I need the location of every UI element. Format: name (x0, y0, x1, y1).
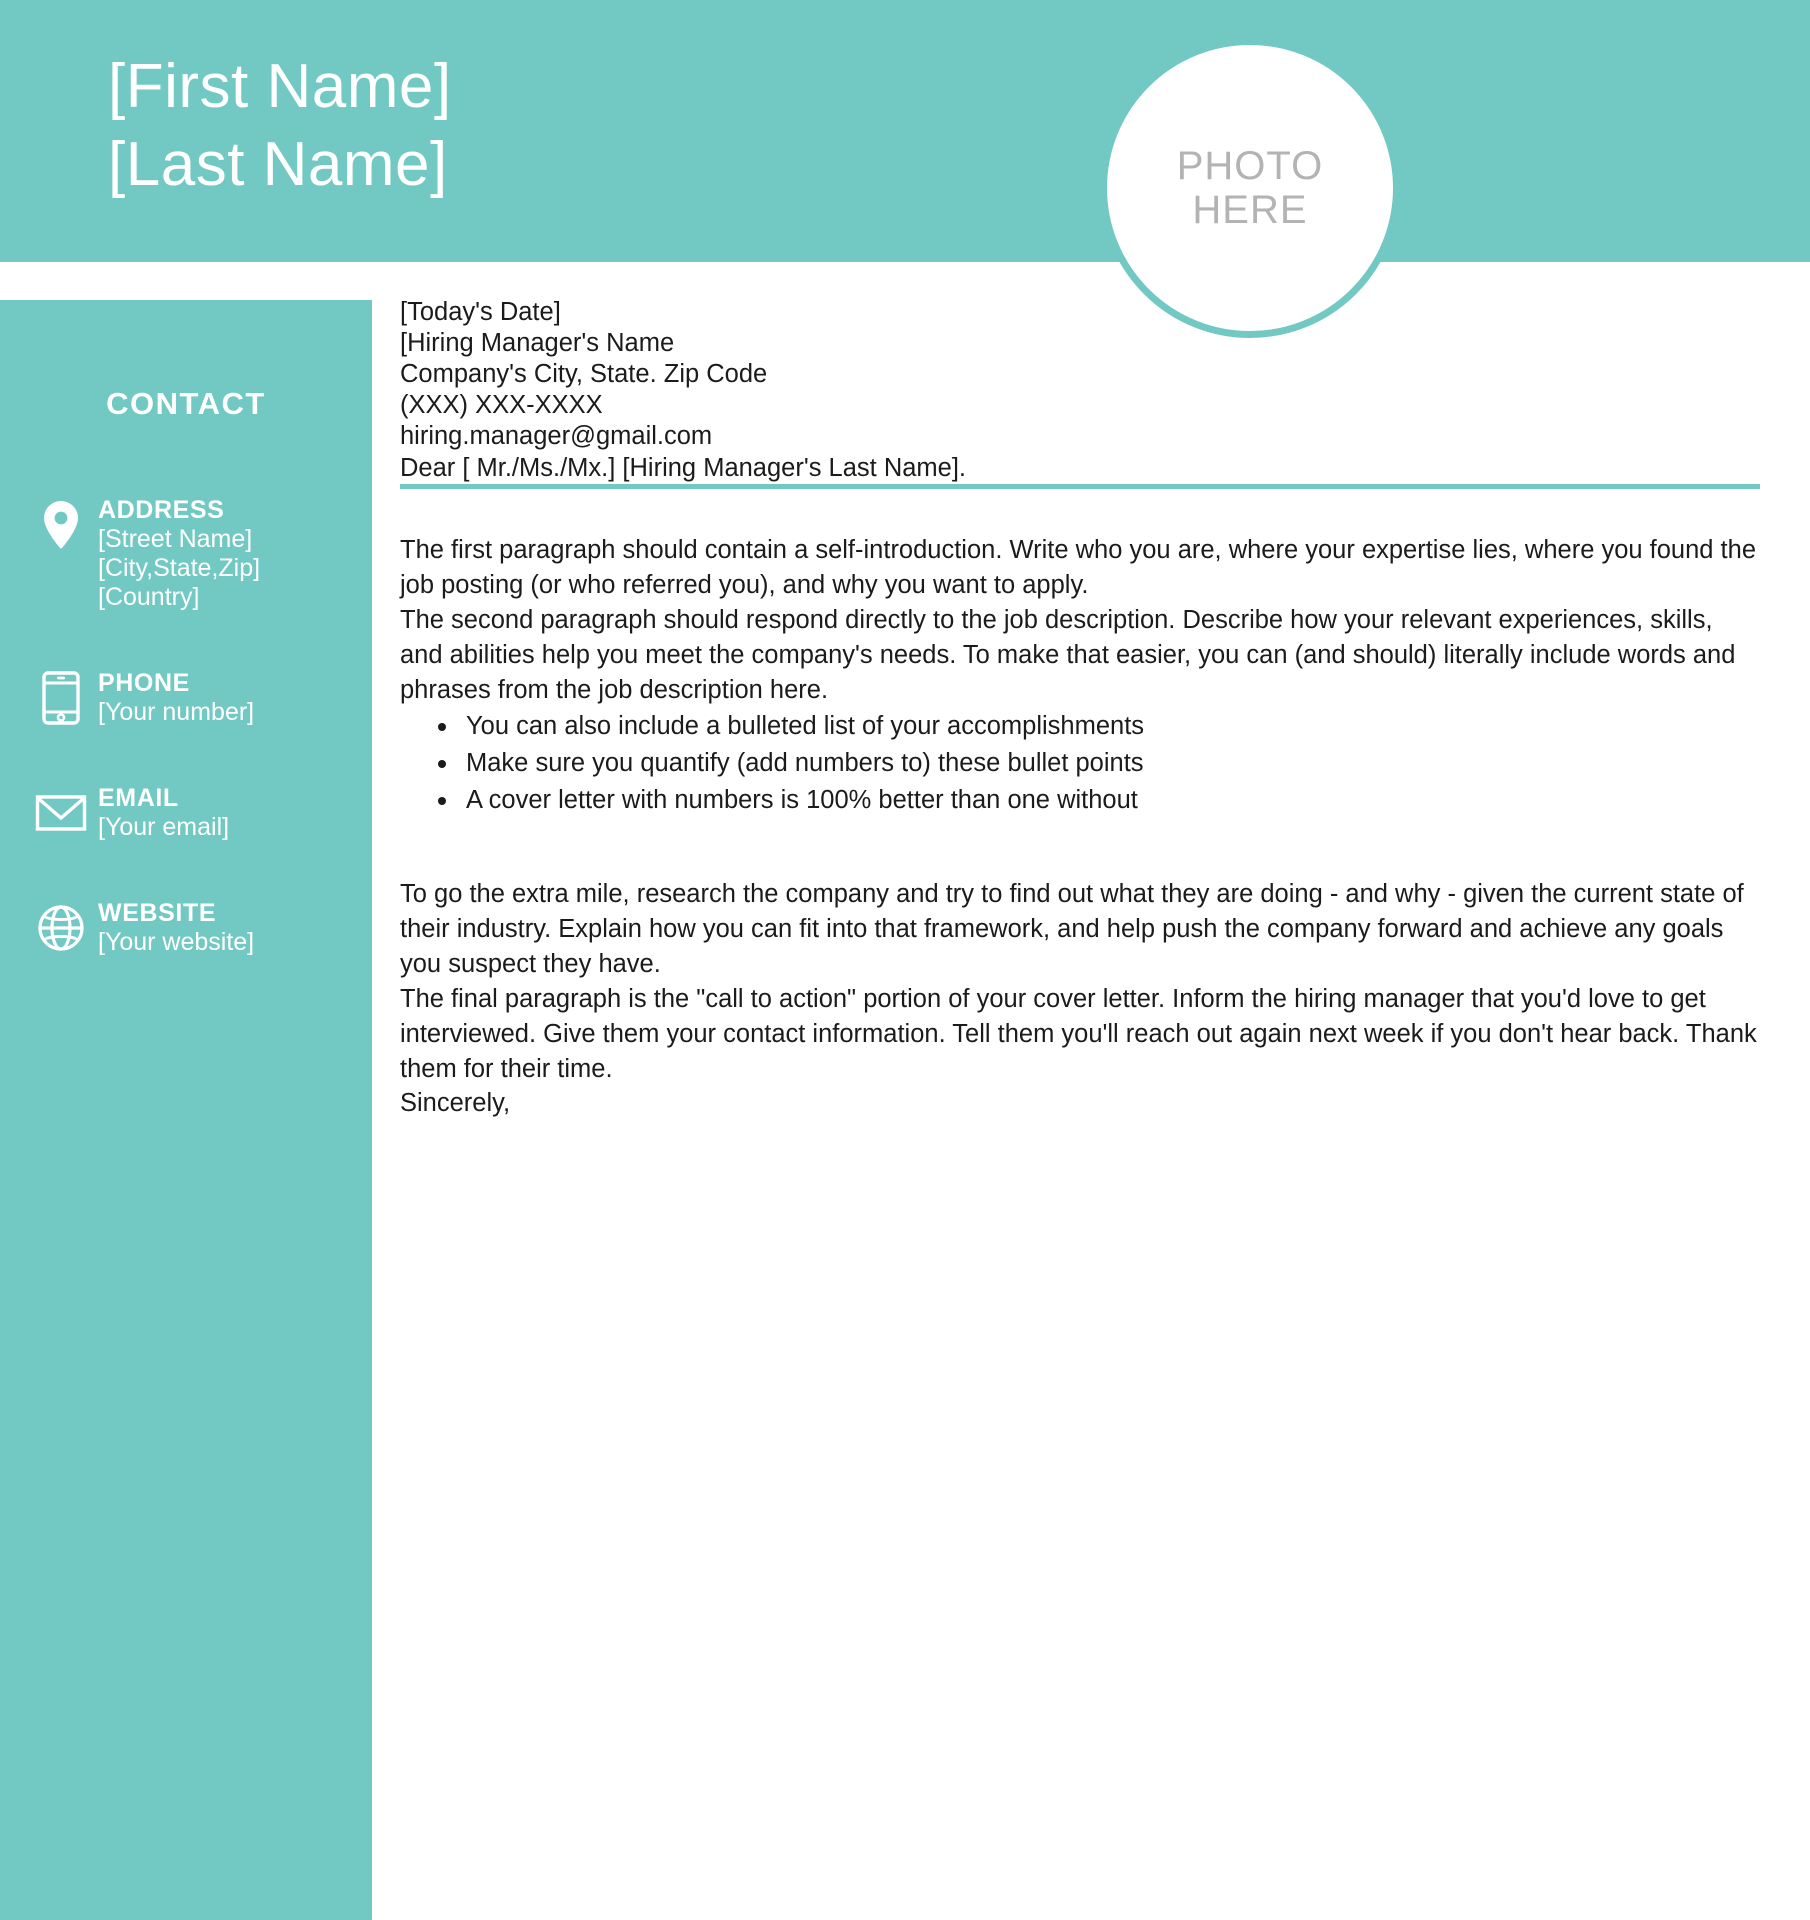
contact-value-address-line1: [Street Name] (98, 525, 253, 553)
contact-value-address-line2: [City,State,Zip] (98, 554, 261, 582)
recipient-block[interactable]: [Hiring Manager's Name Company's City, S… (400, 328, 1760, 452)
contact-text-email: EMAIL [Your email] (92, 783, 372, 842)
body-paragraph-1[interactable]: The first paragraph should contain a sel… (400, 533, 1760, 603)
photo-placeholder-line2: HERE (1192, 188, 1308, 232)
letter-date[interactable]: [Today's Date] (400, 296, 1760, 328)
recipient-line-2: Company's City, State. Zip Code (400, 360, 768, 388)
contact-list: ADDRESS [Street Name] [City,State,Zip] [… (0, 495, 372, 1013)
contact-value-email: [Your email] (98, 813, 230, 841)
recipient-line-4: hiring.manager@gmail.com (400, 422, 713, 450)
body-paragraph-4[interactable]: The final paragraph is the "call to acti… (400, 982, 1760, 1087)
recipient-line-1: [Hiring Manager's Name (400, 329, 675, 357)
contact-value-address-line3: [Country] (98, 583, 200, 611)
globe-icon (30, 898, 92, 954)
contact-label-email: EMAIL (98, 784, 179, 812)
location-pin-icon (30, 495, 92, 551)
list-item[interactable]: Make sure you quantify (add numbers to) … (434, 745, 1760, 782)
salutation-line[interactable]: Dear [ Mr./Ms./Mx.] [Hiring Manager's La… (400, 452, 1760, 484)
contact-text-address: ADDRESS [Street Name] [City,State,Zip] [… (92, 495, 372, 612)
photo-placeholder-line1: PHOTO (1176, 144, 1324, 188)
applicant-name-block: [First Name] [Last Name] (108, 48, 1008, 204)
body-paragraph-3[interactable]: To go the extra mile, research the compa… (400, 877, 1760, 982)
contact-label-website: WEBSITE (98, 899, 217, 927)
envelope-icon (30, 783, 92, 839)
contact-item-website[interactable]: WEBSITE [Your website] (0, 898, 372, 957)
section-divider (400, 484, 1760, 489)
photo-placeholder[interactable]: PHOTO HERE (1100, 38, 1400, 338)
contact-label-phone: PHONE (98, 669, 190, 697)
contact-value-website: [Your website] (98, 928, 255, 956)
contact-item-email[interactable]: EMAIL [Your email] (0, 783, 372, 842)
contact-text-website: WEBSITE [Your website] (92, 898, 372, 957)
contact-text-phone: PHONE [Your number] (92, 668, 372, 727)
recipient-line-3: (XXX) XXX-XXXX (400, 391, 603, 419)
body-paragraph-2[interactable]: The second paragraph should respond dire… (400, 603, 1760, 708)
last-name: [Last Name] (108, 130, 448, 199)
letter-body: [Today's Date] [Hiring Manager's Name Co… (400, 296, 1760, 1119)
cover-letter-page: [First Name] [Last Name] PHOTO HERE CONT… (0, 0, 1810, 1920)
closing-line[interactable]: Sincerely, (400, 1087, 1760, 1119)
first-name: [First Name] (108, 52, 452, 121)
contact-item-phone[interactable]: PHONE [Your number] (0, 668, 372, 727)
contact-item-address[interactable]: ADDRESS [Street Name] [City,State,Zip] [… (0, 495, 372, 612)
list-item[interactable]: You can also include a bulleted list of … (434, 708, 1760, 745)
contact-value-phone: [Your number] (98, 698, 255, 726)
list-item[interactable]: A cover letter with numbers is 100% bett… (434, 782, 1760, 819)
smartphone-icon (30, 668, 92, 725)
accomplishments-list: You can also include a bulleted list of … (400, 708, 1760, 819)
contact-heading: CONTACT (106, 386, 266, 421)
contact-label-address: ADDRESS (98, 496, 225, 524)
contact-sidebar: CONTACT ADDRESS [Street Name] [City,Stat… (0, 300, 372, 1920)
